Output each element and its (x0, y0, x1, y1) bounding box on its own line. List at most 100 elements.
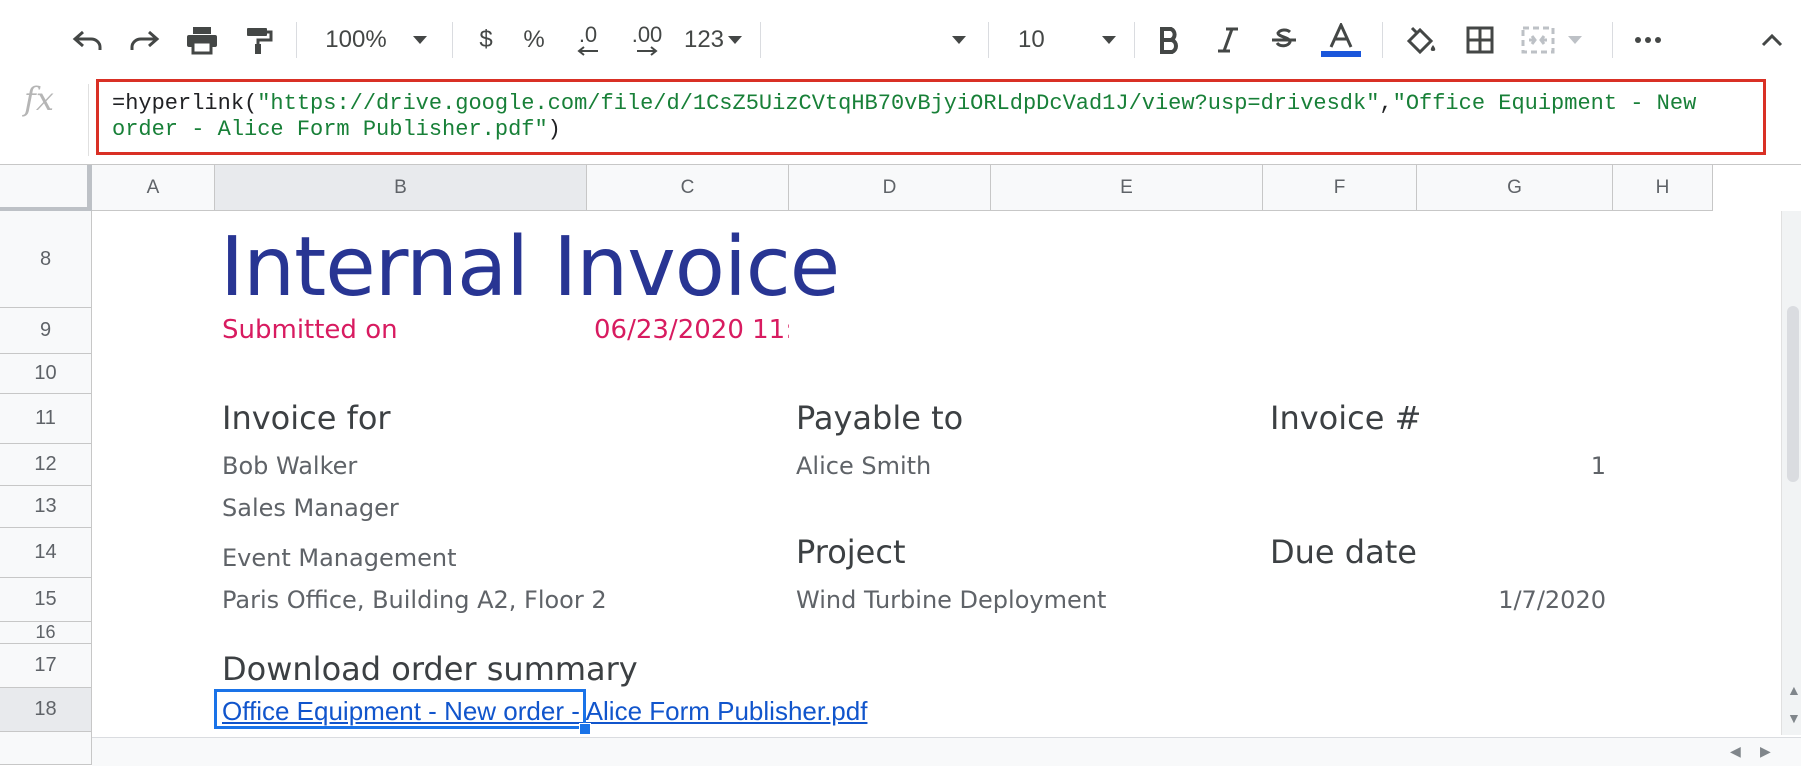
payable-to-name: Alice Smith (796, 452, 932, 480)
formula-suffix: ) (547, 117, 561, 142)
project-value: Wind Turbine Deployment (796, 586, 1107, 614)
column-header-b[interactable]: B (215, 165, 587, 211)
row-header-14[interactable]: 14 (0, 528, 92, 578)
toolbar-divider (988, 22, 989, 58)
paint-format-icon[interactable] (236, 18, 280, 62)
toolbar-divider (296, 22, 297, 58)
row-header-13[interactable]: 13 (0, 486, 92, 528)
chevron-down-icon (1102, 36, 1116, 44)
payable-to-label: Payable to (796, 399, 964, 437)
scroll-right-icon[interactable]: ▶ (1760, 743, 1771, 760)
fill-color-button[interactable] (1400, 18, 1444, 62)
invoice-number-label: Invoice # (1270, 399, 1422, 437)
formula-comma: , (1379, 91, 1393, 116)
invoice-for-label: Invoice for (222, 399, 391, 437)
invoice-for-role: Sales Manager (222, 494, 399, 522)
row-header-15[interactable]: 15 (0, 578, 92, 622)
toolbar-divider (452, 22, 453, 58)
row-header-17[interactable]: 17 (0, 644, 92, 688)
row-header-10[interactable]: 10 (0, 354, 92, 394)
chevron-down-icon (728, 36, 743, 44)
toolbar: 100% $ % .0 .00 123 10 (0, 0, 1801, 81)
increase-decimal-label: .00 (631, 22, 663, 47)
italic-button[interactable] (1208, 18, 1248, 62)
scroll-down-icon[interactable]: ▼ (1787, 710, 1801, 726)
toolbar-divider (1612, 22, 1613, 58)
more-horizontal-icon (1635, 37, 1661, 43)
text-color-icon (1329, 23, 1353, 48)
more-options-button[interactable] (1628, 18, 1668, 62)
chevron-down-icon (412, 36, 427, 44)
active-cell-selection (214, 689, 586, 729)
toolbar-divider (760, 22, 761, 58)
scroll-left-icon[interactable]: ◀ (1730, 743, 1741, 760)
column-header-g[interactable]: G (1417, 165, 1613, 211)
formula-input[interactable]: =hyperlink("https://drive.google.com/fil… (96, 79, 1766, 155)
column-header-d[interactable]: D (789, 165, 991, 211)
column-header-a[interactable]: A (92, 165, 215, 211)
horizontal-scrollbar[interactable] (92, 737, 1801, 766)
borders-button[interactable] (1458, 18, 1502, 62)
invoice-title: Internal Invoice (220, 220, 840, 315)
currency-format-button[interactable]: $ (466, 18, 506, 62)
undo-icon[interactable] (66, 18, 110, 62)
invoice-for-name: Bob Walker (222, 452, 358, 480)
strikethrough-icon (1272, 28, 1296, 48)
submitted-value: 06/23/2020 11: (594, 315, 789, 345)
zoom-value: 100% (325, 26, 387, 53)
row-header-11[interactable]: 11 (0, 394, 92, 444)
bold-icon (1160, 27, 1178, 54)
arrow-left-icon (577, 46, 598, 56)
column-header-c[interactable]: C (587, 165, 789, 211)
strikethrough-button[interactable] (1264, 18, 1304, 62)
chevron-down-icon (952, 36, 966, 44)
font-size-value: 10 (1018, 26, 1045, 53)
formula-prefix: =hyperlink( (112, 91, 258, 116)
submitted-label: Submitted on (222, 315, 398, 345)
fill-color-icon (1406, 26, 1436, 55)
invoice-number-value: 1 (1590, 452, 1606, 480)
row-header-8[interactable]: 8 (0, 211, 92, 308)
select-all-corner[interactable] (0, 165, 92, 211)
percent-icon: % (523, 26, 545, 53)
print-icon[interactable] (180, 18, 224, 62)
merge-cells-button[interactable] (1516, 18, 1586, 62)
fx-icon: fx (24, 80, 54, 118)
invoice-for-address: Paris Office, Building A2, Floor 2 (222, 586, 607, 614)
text-color-bar (1321, 51, 1361, 57)
vertical-scrollbar-thumb[interactable] (1787, 306, 1799, 482)
collapse-toolbar-button[interactable] (1752, 18, 1792, 62)
chevron-up-icon (1761, 33, 1783, 47)
column-header-f[interactable]: F (1263, 165, 1417, 211)
project-label: Project (796, 533, 906, 571)
scroll-up-icon[interactable]: ▲ (1787, 682, 1801, 698)
font-family-select[interactable] (764, 18, 972, 62)
due-date-label: Due date (1270, 533, 1417, 571)
row-header-19[interactable] (0, 732, 92, 765)
italic-icon (1218, 27, 1238, 53)
fill-handle[interactable] (579, 723, 591, 735)
bold-button[interactable] (1150, 18, 1190, 62)
zoom-select[interactable]: 100% (316, 18, 436, 62)
column-header-h[interactable]: H (1613, 165, 1713, 211)
redo-icon[interactable] (122, 18, 166, 62)
dollar-icon: $ (479, 26, 493, 53)
number-format-label: 123 (683, 26, 725, 53)
number-format-select[interactable]: 123 (680, 18, 746, 62)
toolbar-divider (1134, 22, 1135, 58)
decrease-decimal-button[interactable]: .0 (566, 18, 610, 62)
row-header-18[interactable]: 18 (0, 688, 92, 732)
toolbar-divider (1382, 22, 1383, 58)
borders-icon (1466, 26, 1494, 54)
increase-decimal-button[interactable]: .00 (622, 18, 672, 62)
row-header-16[interactable]: 16 (0, 622, 92, 644)
decrease-decimal-label: .0 (578, 22, 598, 47)
download-summary-label: Download order summary (222, 650, 638, 688)
text-color-button[interactable] (1318, 18, 1364, 62)
font-size-select[interactable]: 10 (1002, 18, 1120, 62)
column-header-e[interactable]: E (991, 165, 1263, 211)
row-header-12[interactable]: 12 (0, 444, 92, 486)
row-header-9[interactable]: 9 (0, 308, 92, 354)
percent-format-button[interactable]: % (514, 18, 554, 62)
arrow-right-icon (637, 46, 658, 56)
